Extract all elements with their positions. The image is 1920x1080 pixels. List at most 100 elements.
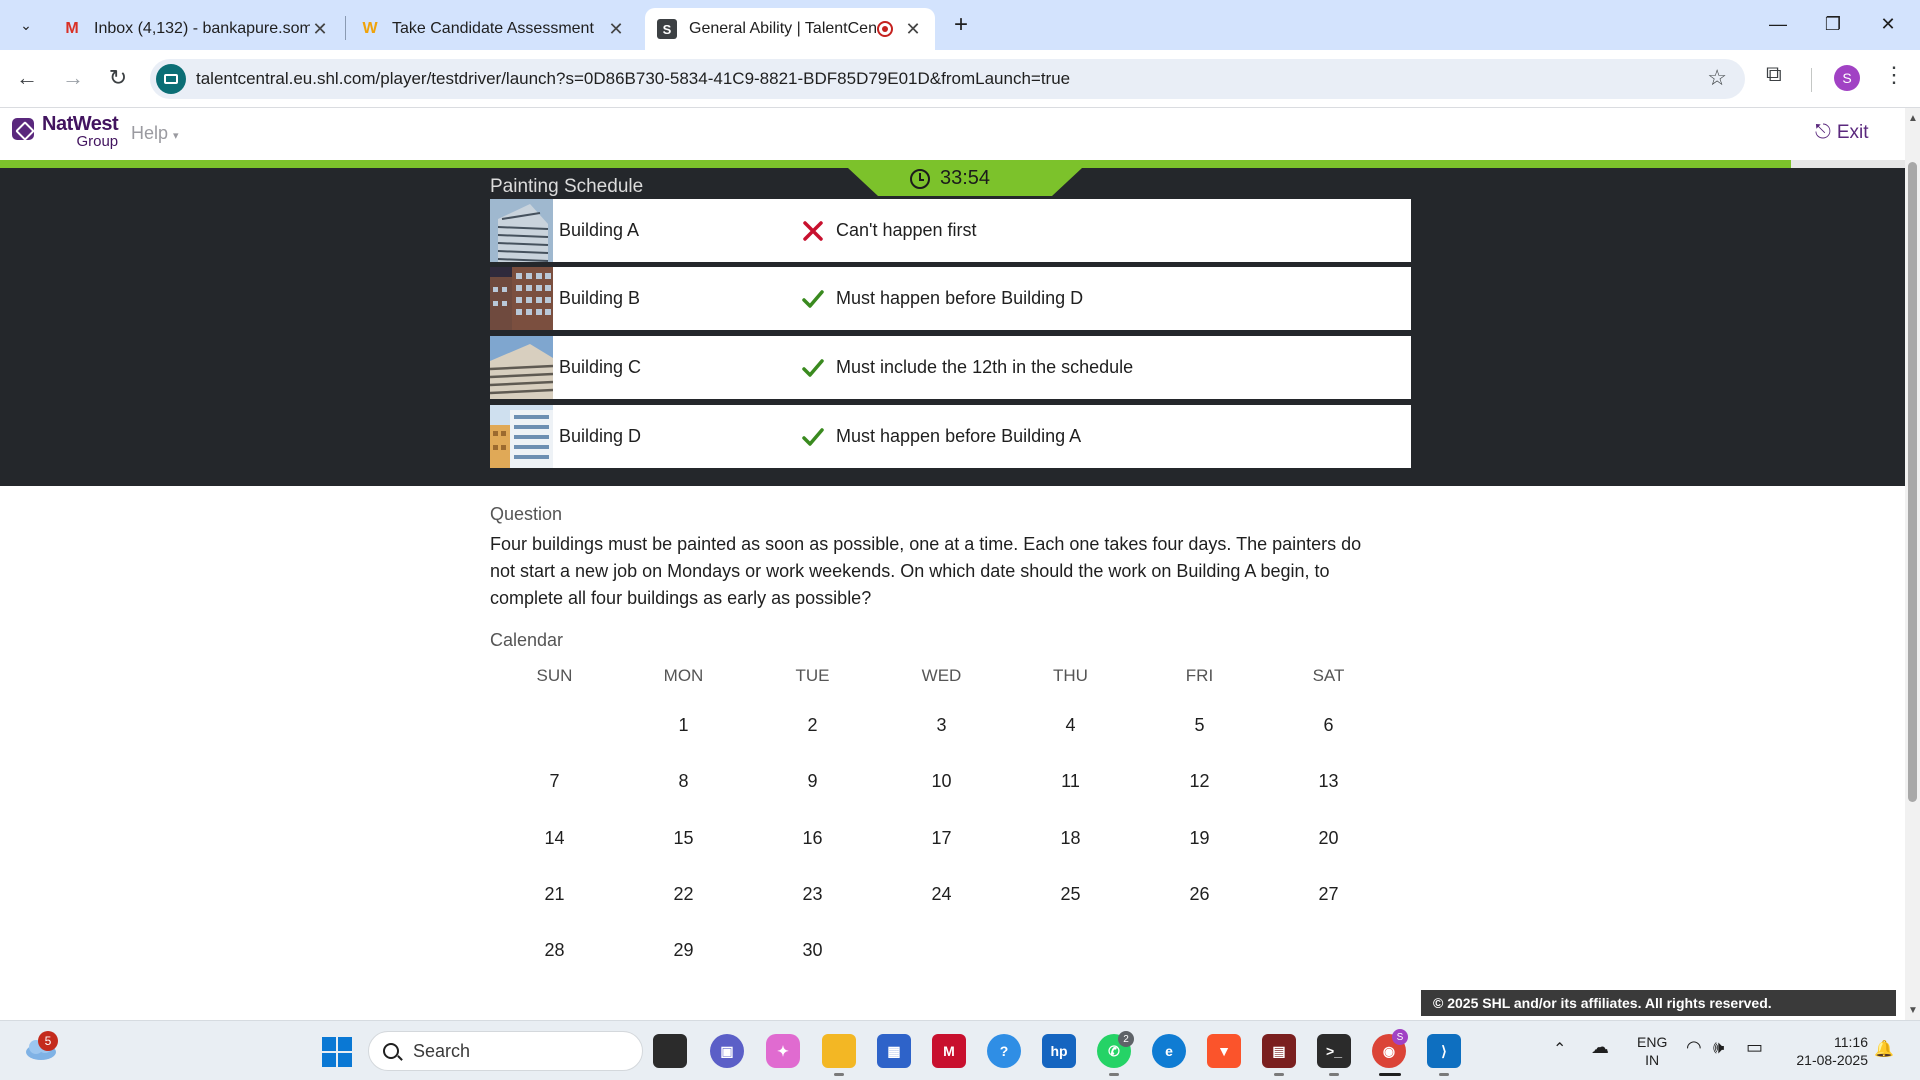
tab-gmail[interactable]: M Inbox (4,132) - bankapure.somn ✕ xyxy=(50,8,342,50)
profile-avatar[interactable]: S xyxy=(1834,65,1860,91)
file-explorer-icon[interactable] xyxy=(822,1034,856,1068)
tab-general-ability[interactable]: S General Ability | TalentCentr ✕ xyxy=(645,8,935,50)
task-view-icon[interactable] xyxy=(653,1034,687,1068)
calendar-date[interactable]: 25 xyxy=(1006,874,1135,914)
show-hidden-icons-chevron-icon[interactable]: ⌃ xyxy=(1553,1039,1566,1059)
language-indicator[interactable]: ENG IN xyxy=(1637,1033,1667,1069)
question-label: Question xyxy=(490,504,563,524)
tab-search-chevron-icon[interactable]: ⌄ xyxy=(10,10,42,40)
building-name: Building D xyxy=(559,426,642,446)
search-icon xyxy=(383,1043,399,1059)
calendar-date[interactable]: 13 xyxy=(1264,761,1393,801)
exit-icon: ⎋ xyxy=(1815,121,1831,143)
calendar-date[interactable]: 18 xyxy=(1006,818,1135,858)
minimize-icon[interactable]: — xyxy=(1755,8,1801,40)
calendar-date[interactable]: 1 xyxy=(619,705,748,745)
calendar-date[interactable]: 28 xyxy=(490,930,619,970)
exit-button[interactable]: ⎋ Exit xyxy=(1815,121,1869,144)
caret-down-icon: ▾ xyxy=(173,130,179,142)
calendar-date[interactable]: 6 xyxy=(1264,705,1393,745)
logo-subtitle: Group xyxy=(76,133,119,150)
tab-title: General Ability | TalentCentr xyxy=(689,20,877,37)
copilot-icon[interactable]: ✦ xyxy=(766,1034,800,1068)
chrome-profile-badge: S xyxy=(1392,1029,1408,1045)
calendar-date[interactable]: 11 xyxy=(1006,761,1135,801)
active-indicator xyxy=(1379,1073,1401,1076)
new-tab-button[interactable]: + xyxy=(946,10,976,40)
help-menu[interactable]: Help ▾ xyxy=(131,123,179,144)
calendar-label: Calendar xyxy=(490,630,564,650)
check-icon xyxy=(802,290,824,308)
calendar-date[interactable]: 29 xyxy=(619,930,748,970)
scroll-down-arrow-icon[interactable]: ▼ xyxy=(1908,1005,1918,1016)
bookmark-star-icon[interactable]: ☆ xyxy=(1707,65,1727,91)
logo-name: NatWest xyxy=(42,113,119,135)
scroll-up-arrow-icon[interactable]: ▲ xyxy=(1908,113,1918,124)
address-bar[interactable]: talentcentral.eu.shl.com/player/testdriv… xyxy=(150,59,1745,99)
calendar-date[interactable]: 21 xyxy=(490,874,619,914)
brave-icon[interactable]: ▼ xyxy=(1207,1034,1241,1068)
teams-chat-icon[interactable]: ▣ xyxy=(710,1034,744,1068)
calendar-date[interactable]: 20 xyxy=(1264,818,1393,858)
site-info-icon[interactable] xyxy=(156,64,186,94)
calendar-date[interactable]: 17 xyxy=(877,818,1006,858)
calendar-date[interactable]: 24 xyxy=(877,874,1006,914)
volume-icon[interactable]: 🕪 xyxy=(1713,1037,1724,1058)
w-icon: W xyxy=(362,20,378,37)
system-clock[interactable]: 11:16 21-08-2025 xyxy=(1788,1033,1868,1069)
calendar-day-header: TUE xyxy=(795,666,830,685)
back-arrow-icon[interactable]: ← xyxy=(10,61,44,95)
calendar-date[interactable]: 7 xyxy=(490,761,619,801)
calendar-date[interactable]: 15 xyxy=(619,818,748,858)
calendar-date[interactable]: 3 xyxy=(877,705,1006,745)
reload-icon[interactable]: ↻ xyxy=(101,61,135,95)
calendar-date[interactable]: 4 xyxy=(1006,705,1135,745)
calendar-date[interactable]: 16 xyxy=(748,818,877,858)
calendar-date[interactable]: 26 xyxy=(1135,874,1264,914)
copyright-notice: © 2025 SHL and/or its affiliates. All ri… xyxy=(1421,990,1896,1016)
restore-icon[interactable]: ❐ xyxy=(1810,8,1856,40)
running-indicator xyxy=(1329,1073,1339,1076)
calendar-date[interactable]: 23 xyxy=(748,874,877,914)
microsoft-store-icon[interactable]: ▦ xyxy=(877,1034,911,1068)
close-tab-icon[interactable]: ✕ xyxy=(606,19,626,40)
windows-taskbar: 5 Search ▣ ✦ ▦ M ? hp ✆ 2 e ▼ ▤ >_ ◉ S ⟩… xyxy=(0,1020,1920,1080)
schedule-row: Building A Can't happen first xyxy=(490,199,1411,262)
scrollbar-thumb[interactable] xyxy=(1908,162,1917,802)
terminal-icon[interactable]: >_ xyxy=(1317,1034,1351,1068)
mcafee-icon[interactable]: M xyxy=(932,1034,966,1068)
myhp-icon[interactable]: hp xyxy=(1042,1034,1076,1068)
windows-start-icon[interactable] xyxy=(322,1037,352,1067)
calendar-date[interactable]: 10 xyxy=(877,761,1006,801)
close-tab-icon[interactable]: ✕ xyxy=(903,19,923,40)
calendar-date[interactable]: 27 xyxy=(1264,874,1393,914)
taskbar-search-box[interactable]: Search xyxy=(368,1031,643,1071)
edge-icon[interactable]: e xyxy=(1152,1034,1186,1068)
calendar-date[interactable]: 12 xyxy=(1135,761,1264,801)
calendar-date[interactable]: 19 xyxy=(1135,818,1264,858)
wifi-icon[interactable]: ◠ xyxy=(1686,1037,1702,1058)
calendar-date[interactable]: 30 xyxy=(748,930,877,970)
close-window-icon[interactable]: ✕ xyxy=(1865,8,1911,40)
calendar-date[interactable]: 22 xyxy=(619,874,748,914)
app-icon[interactable]: ▤ xyxy=(1262,1034,1296,1068)
calendar-date[interactable]: 9 xyxy=(748,761,877,801)
calendar-date[interactable]: 8 xyxy=(619,761,748,801)
vscode-icon[interactable]: ⟩ xyxy=(1427,1034,1461,1068)
url-text[interactable]: talentcentral.eu.shl.com/player/testdriv… xyxy=(196,69,1070,89)
browser-menu-icon[interactable]: ⋮ xyxy=(1883,62,1905,88)
calendar-date[interactable] xyxy=(490,705,619,745)
page-scrollbar[interactable]: ▲ ▼ xyxy=(1905,108,1920,1020)
tab-candidate-assessment[interactable]: W Take Candidate Assessment ✕ xyxy=(348,8,638,50)
calendar-date[interactable]: 2 xyxy=(748,705,877,745)
forward-arrow-icon[interactable]: → xyxy=(56,61,90,95)
notification-bell-icon[interactable]: 🔔 xyxy=(1874,1039,1894,1059)
help-app-icon[interactable]: ? xyxy=(987,1034,1021,1068)
calendar-date[interactable]: 5 xyxy=(1135,705,1264,745)
onedrive-cloud-icon[interactable]: ☁ xyxy=(1591,1037,1609,1058)
battery-icon[interactable]: ▭ xyxy=(1746,1037,1763,1058)
calendar-date[interactable]: 14 xyxy=(490,818,619,858)
question-text: Four buildings must be painted as soon a… xyxy=(490,534,1362,608)
close-tab-icon[interactable]: ✕ xyxy=(310,19,330,40)
extensions-puzzle-icon[interactable]: ⧉ xyxy=(1766,61,1782,87)
